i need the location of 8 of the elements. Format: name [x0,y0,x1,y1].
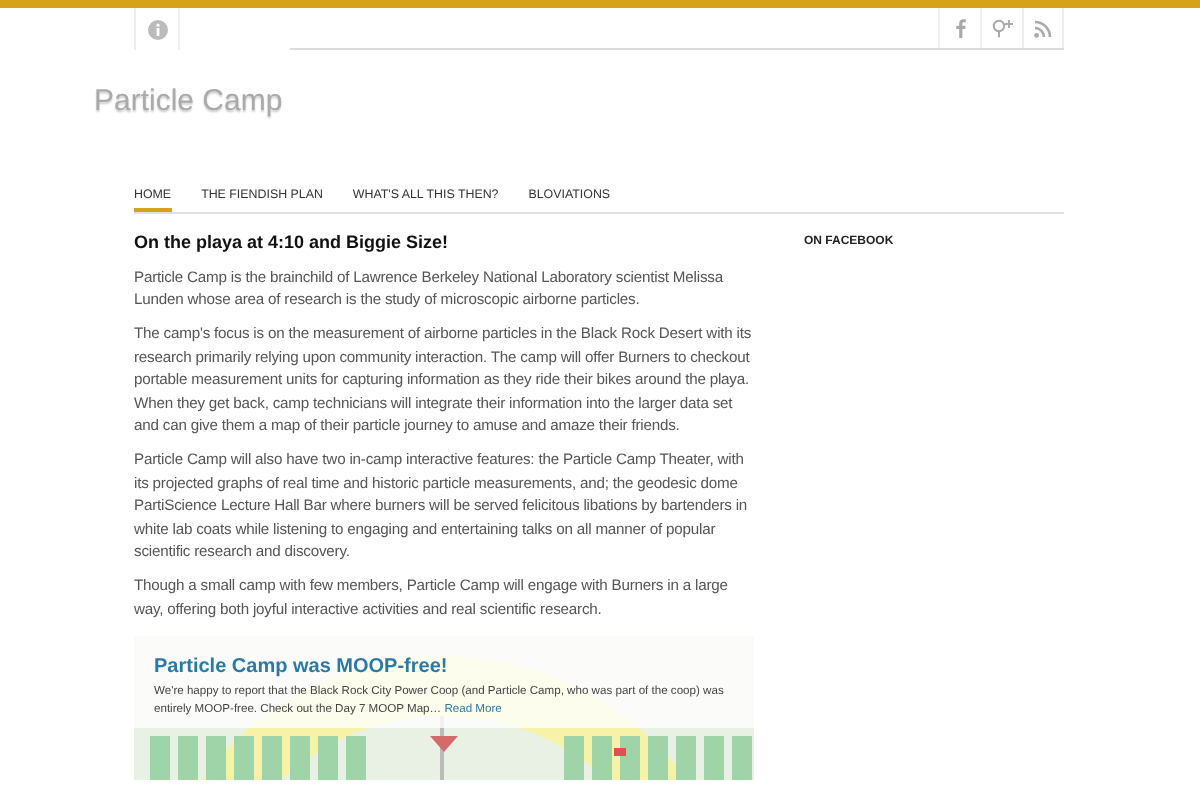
post-title: On the playa at 4:10 and Biggie Size! [134,230,451,257]
google-plus-icon [991,18,1013,38]
rss-icon [1034,19,1052,37]
featured-post-title[interactable]: Particle Camp was MOOP-free! [154,652,734,683]
facebook-icon [955,18,965,38]
info-icon [147,19,167,39]
rss-button[interactable] [1022,8,1064,48]
info-button[interactable] [134,8,180,50]
